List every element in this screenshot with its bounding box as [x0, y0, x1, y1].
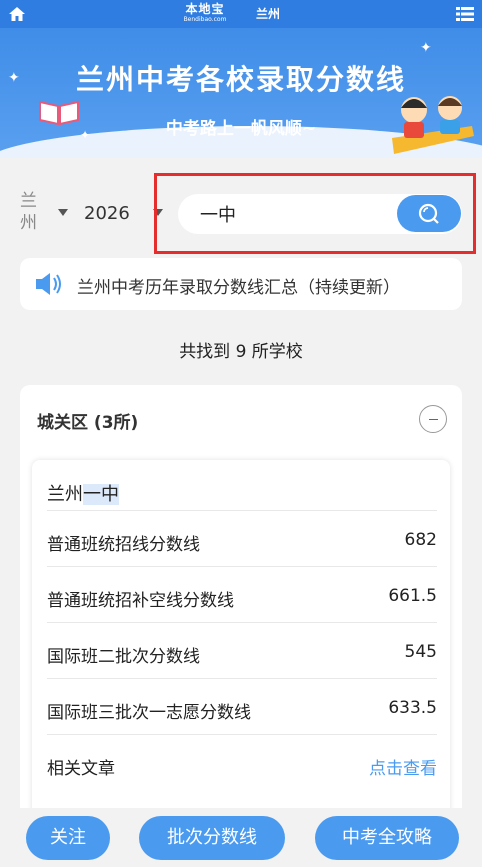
- row-label: 相关文章: [47, 759, 115, 779]
- school-card: 兰州一中 普通班统招线分数线 682 普通班统招补空线分数线 661.5 国际班…: [32, 460, 450, 820]
- row-value: 682: [404, 530, 437, 550]
- top-nav-bar: 本地宝 Bendibao.com 兰州: [0, 0, 482, 28]
- view-articles-link[interactable]: 点击查看: [369, 754, 437, 779]
- table-row: 普通班统招线分数线 682: [47, 510, 437, 566]
- row-label: 普通班统招线分数线: [47, 535, 200, 555]
- row-value: 633.5: [388, 698, 437, 718]
- batch-scores-button[interactable]: 批次分数线: [139, 816, 285, 860]
- home-icon[interactable]: [8, 5, 26, 23]
- row-label: 普通班统招补空线分数线: [47, 591, 234, 611]
- follow-button[interactable]: 关注: [26, 816, 110, 860]
- menu-icon[interactable]: [456, 6, 474, 22]
- guide-button[interactable]: 中考全攻略: [315, 816, 459, 860]
- speaker-icon: [36, 273, 61, 295]
- banner: ✦ ✦ ✦ 兰州中考各校录取分数线 中考路上一帆风顺~: [0, 28, 482, 158]
- row-value: 545: [404, 642, 437, 662]
- school-name-highlight: 一中: [83, 484, 119, 505]
- chevron-down-icon[interactable]: [58, 209, 68, 216]
- notice-text: 兰州中考历年录取分数线汇总（持续更新）: [77, 278, 400, 298]
- notice-bar[interactable]: 兰州中考历年录取分数线汇总（持续更新）: [20, 258, 462, 310]
- site-logo[interactable]: 本地宝 Bendibao.com: [180, 2, 230, 26]
- result-count: 共找到 9 所学校: [179, 342, 303, 362]
- school-name[interactable]: 兰州一中: [47, 480, 119, 506]
- score-table: 普通班统招线分数线 682 普通班统招补空线分数线 661.5 国际班二批次分数…: [47, 510, 437, 790]
- district-title: 城关区 (3所): [37, 413, 139, 433]
- collapse-button[interactable]: [419, 405, 447, 433]
- logo-text: 本地宝: [185, 2, 225, 16]
- table-row: 普通班统招补空线分数线 661.5: [47, 566, 437, 622]
- province-select[interactable]: 兰州: [20, 190, 40, 234]
- table-row: 国际班二批次分数线 545: [47, 622, 437, 678]
- star-icon: ✦: [420, 40, 432, 56]
- row-value: 661.5: [388, 586, 437, 606]
- table-row: 相关文章 点击查看: [47, 734, 437, 790]
- banner-subtitle: 中考路上一帆风顺~: [165, 119, 317, 139]
- year-select[interactable]: 2026: [84, 203, 130, 224]
- logo-subtext: Bendibao.com: [183, 16, 227, 23]
- banner-title: 兰州中考各校录取分数线: [75, 63, 406, 96]
- city-label[interactable]: 兰州: [256, 5, 280, 22]
- search-highlight-box: [154, 173, 476, 254]
- row-label: 国际班三批次一志愿分数线: [47, 703, 251, 723]
- school-name-prefix: 兰州: [47, 484, 83, 505]
- table-row: 国际班三批次一志愿分数线 633.5: [47, 678, 437, 734]
- row-label: 国际班二批次分数线: [47, 647, 200, 667]
